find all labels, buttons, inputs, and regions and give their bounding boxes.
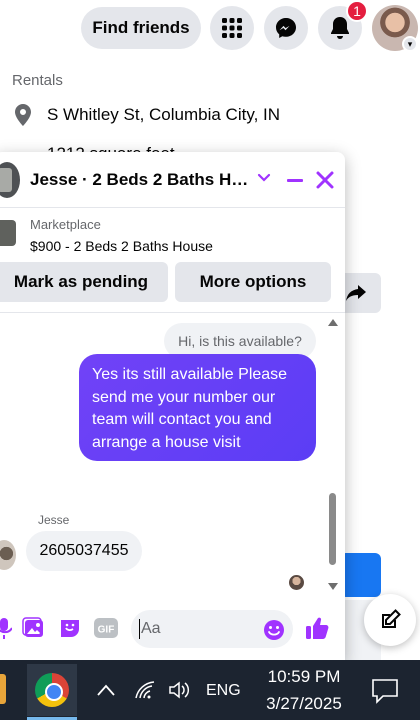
messenger-chat-window: Jesse · 2 Beds 2 Baths Hou··· Marketplac…: [0, 152, 345, 662]
chat-options-chevron-icon[interactable]: [256, 169, 272, 190]
menu-grid-icon: [222, 18, 242, 38]
sticker-icon[interactable]: [58, 616, 82, 640]
windows-taskbar: ENG 10:59 PM 3/27/2025: [0, 660, 420, 720]
svg-text:GIF: GIF: [98, 625, 115, 636]
emoji-icon[interactable]: [263, 619, 285, 646]
message-seller-button[interactable]: [340, 553, 381, 597]
scroll-thumb[interactable]: [329, 493, 336, 565]
compose-icon: [382, 609, 401, 628]
notification-badge: 1: [346, 0, 368, 22]
chat-listing-avatar[interactable]: [0, 162, 20, 198]
account-chevron-icon[interactable]: ▾: [402, 36, 418, 52]
messenger-icon: [276, 18, 296, 38]
location-pin-icon: [12, 103, 34, 132]
marketplace-item-title[interactable]: $900 - 2 Beds 2 Baths House: [30, 238, 213, 254]
marketplace-label: Marketplace: [30, 217, 101, 232]
clock-date[interactable]: 3/27/2025: [260, 694, 348, 714]
clock-time[interactable]: 10:59 PM: [264, 667, 344, 687]
thumbs-up-icon[interactable]: [305, 615, 331, 646]
gif-icon[interactable]: GIF: [93, 616, 119, 640]
top-navigation: Find friends 1 ▾: [0, 0, 420, 58]
marketplace-thumbnail[interactable]: [0, 220, 16, 246]
chat-divider: [0, 312, 345, 313]
scroll-down-arrow-icon[interactable]: [328, 583, 338, 590]
seen-receipt-avatar: [289, 575, 304, 590]
new-message-button[interactable]: [364, 594, 416, 646]
chat-title[interactable]: Jesse · 2 Beds 2 Baths Hou···: [30, 170, 250, 190]
message-input-placeholder: Aa: [141, 620, 161, 637]
wifi-icon[interactable]: [134, 680, 158, 700]
mark-as-pending-button[interactable]: Mark as pending: [0, 262, 168, 302]
text-caret: [139, 619, 140, 639]
message-composer: GIF Aa: [0, 598, 345, 662]
bell-icon: [331, 17, 349, 39]
message-input[interactable]: Aa: [131, 610, 293, 648]
photo-icon[interactable]: [22, 616, 46, 640]
scroll-up-arrow-icon[interactable]: [328, 319, 338, 326]
messenger-button[interactable]: [264, 6, 308, 50]
action-center-icon[interactable]: [371, 678, 399, 709]
minimize-chat-icon[interactable]: [284, 169, 306, 196]
listing-category: Rentals: [12, 72, 63, 89]
incoming-phone-message: 2605037455: [26, 531, 142, 571]
outgoing-message-bubble: Yes its still available Please send me y…: [79, 354, 316, 461]
volume-icon[interactable]: [168, 680, 190, 700]
close-chat-icon[interactable]: [314, 169, 336, 196]
microphone-icon[interactable]: [0, 616, 18, 640]
hidden-icons-chevron-icon[interactable]: [96, 680, 116, 700]
input-language[interactable]: ENG: [206, 682, 241, 700]
chrome-icon[interactable]: [35, 673, 69, 707]
taskbar-app-icon[interactable]: [0, 674, 6, 704]
chat-header[interactable]: Jesse · 2 Beds 2 Baths Hou···: [0, 152, 345, 208]
menu-button[interactable]: [210, 6, 254, 50]
more-options-button[interactable]: More options: [175, 262, 331, 302]
sender-name: Jesse: [38, 513, 70, 527]
listing-location[interactable]: S Whitley St, Columbia City, IN: [47, 105, 280, 125]
sender-avatar[interactable]: [0, 540, 16, 570]
facebook-marketplace-page: $900 / Month Rentals S Whitley St, Colum…: [0, 0, 420, 720]
find-friends-button[interactable]: Find friends: [81, 7, 201, 49]
chat-scrollbar[interactable]: [328, 319, 340, 593]
share-arrow-icon: [345, 285, 366, 301]
